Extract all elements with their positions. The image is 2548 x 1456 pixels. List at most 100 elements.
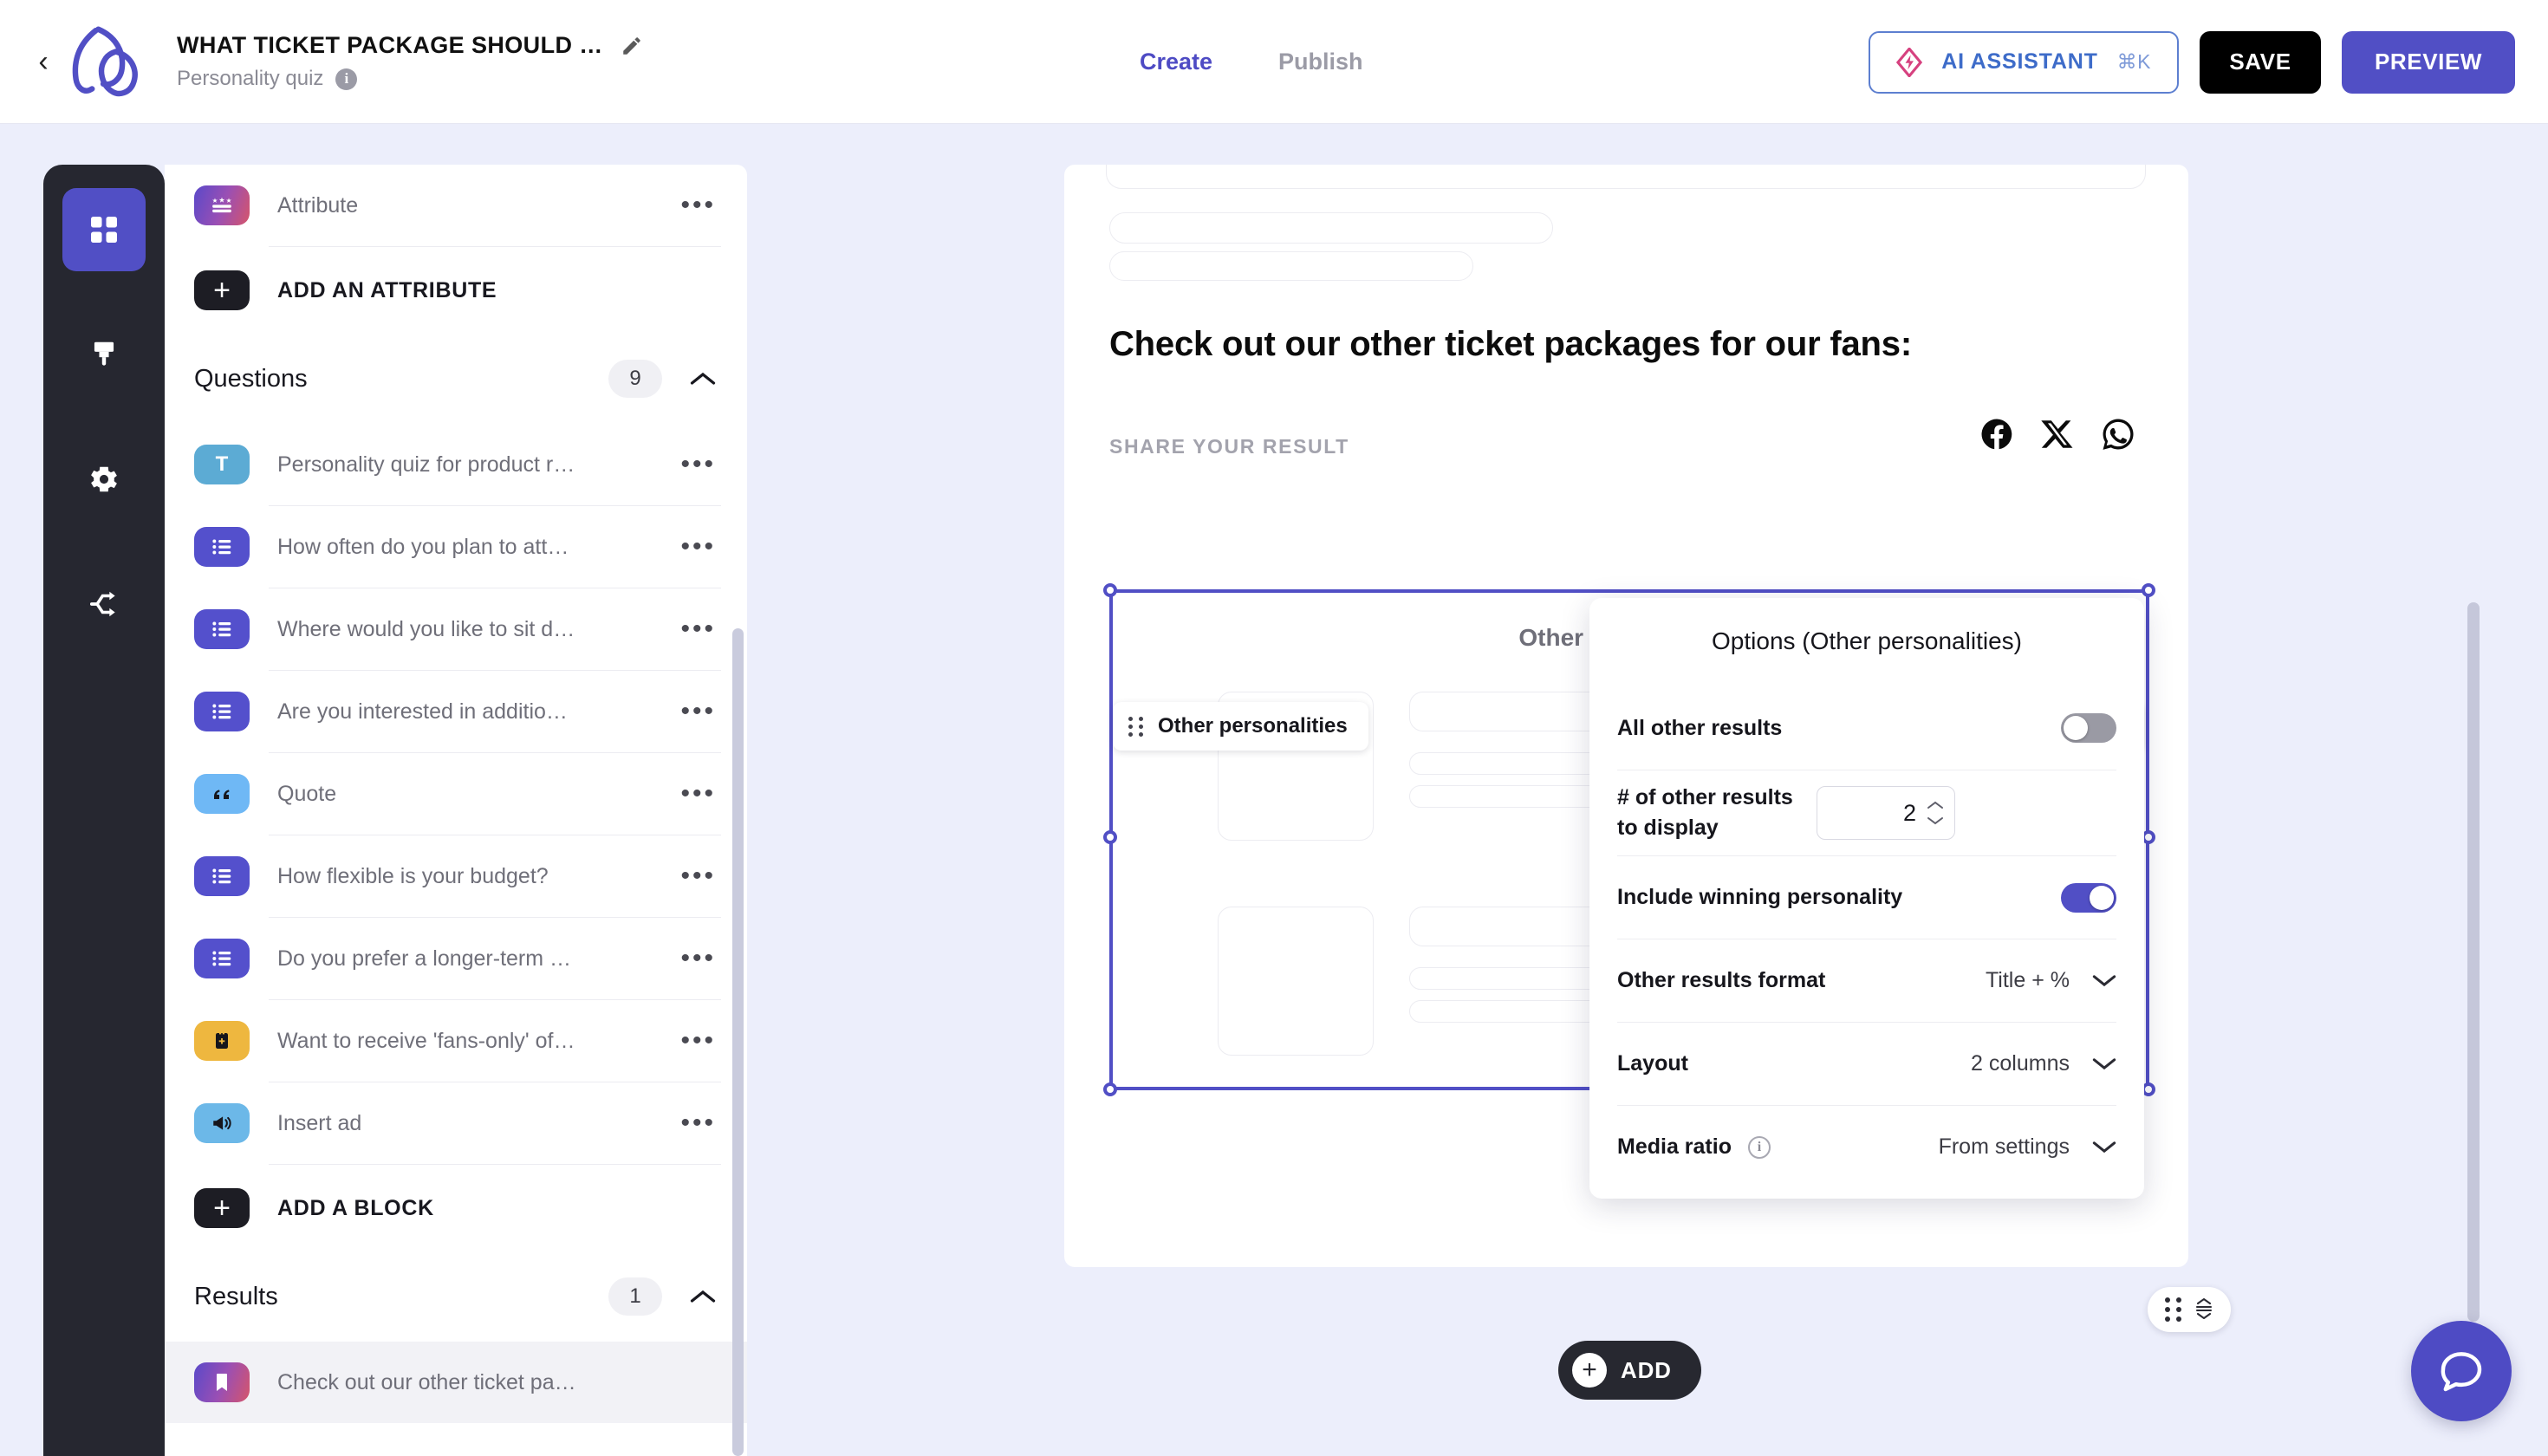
plus-icon: + bbox=[1572, 1353, 1607, 1388]
sidebar-item-label: How often do you plan to att… bbox=[277, 534, 569, 559]
sidebar-item-form[interactable]: Want to receive 'fans-only' of… ••• bbox=[165, 1000, 747, 1082]
option-row-layout[interactable]: Layout 2 columns bbox=[1617, 1022, 2116, 1105]
x-twitter-icon[interactable] bbox=[2039, 416, 2076, 452]
stepper-arrows[interactable] bbox=[1923, 800, 1947, 826]
option-row-other-results-format[interactable]: Other results format Title + % bbox=[1617, 939, 2116, 1022]
drag-grip-icon[interactable] bbox=[1128, 716, 1144, 737]
chevron-up-icon[interactable] bbox=[690, 371, 716, 387]
paint-brush-icon bbox=[94, 341, 114, 366]
main-tabs: Create Publish bbox=[1140, 0, 1363, 124]
sidebar-item-label: Do you prefer a longer-term … bbox=[277, 946, 572, 971]
multiple-choice-icon bbox=[194, 856, 250, 896]
skeleton-placeholder bbox=[1109, 212, 1553, 244]
multiple-choice-icon bbox=[194, 609, 250, 649]
share-result-label: SHARE YOUR RESULT bbox=[1109, 435, 1349, 458]
block-tag-label: Other personalities bbox=[1158, 714, 1348, 738]
chevron-up-icon[interactable] bbox=[1927, 800, 1944, 810]
option-label: Other results format bbox=[1617, 968, 1826, 992]
questions-section-header[interactable]: Questions 9 bbox=[165, 334, 747, 424]
sidebar-item-quote[interactable]: Quote ••• bbox=[165, 753, 747, 835]
quiz-title-block: WHAT TICKET PACKAGE SHOULD … Personality… bbox=[177, 32, 643, 91]
tab-publish[interactable]: Publish bbox=[1278, 49, 1363, 75]
brand-logo-icon[interactable] bbox=[64, 24, 147, 99]
plus-icon: + bbox=[194, 270, 250, 310]
row-menu-button[interactable]: ••• bbox=[670, 1108, 716, 1138]
sidebar-item-label: Quote bbox=[277, 781, 337, 806]
save-button[interactable]: SAVE bbox=[2200, 30, 2321, 94]
rail-item-settings[interactable] bbox=[62, 438, 146, 521]
all-other-results-toggle[interactable] bbox=[2061, 713, 2116, 743]
sidebar-item-result[interactable]: Check out our other ticket pa… bbox=[165, 1342, 747, 1423]
row-menu-button[interactable]: ••• bbox=[670, 1026, 716, 1056]
row-menu-button[interactable]: ••• bbox=[670, 697, 716, 726]
ai-assistant-shortcut: ⌘K bbox=[2116, 50, 2151, 73]
sidebar-item-ad[interactable]: Insert ad ••• bbox=[165, 1082, 747, 1164]
sidebar-item-attribute[interactable]: Attribute ••• bbox=[165, 165, 747, 246]
chevron-down-icon[interactable] bbox=[1927, 816, 1944, 826]
chevron-down-icon[interactable] bbox=[2092, 973, 2116, 988]
include-winning-personality-toggle[interactable] bbox=[2061, 882, 2116, 913]
row-menu-button[interactable]: ••• bbox=[670, 944, 716, 973]
block-move-pill[interactable] bbox=[2148, 1287, 2231, 1332]
sidebar-item-question[interactable]: T Personality quiz for product r… ••• bbox=[165, 424, 747, 505]
whatsapp-icon[interactable] bbox=[2100, 416, 2136, 452]
tab-create[interactable]: Create bbox=[1140, 49, 1212, 75]
pencil-icon[interactable] bbox=[621, 35, 643, 57]
facebook-icon[interactable] bbox=[1979, 416, 2015, 452]
resize-handle[interactable] bbox=[1103, 830, 1117, 844]
sidebar-item-label: Where would you like to sit d… bbox=[277, 616, 575, 641]
add-block-fab[interactable]: + ADD bbox=[1558, 1341, 1701, 1400]
rail-item-blocks[interactable] bbox=[62, 188, 146, 271]
resize-handle[interactable] bbox=[1103, 1082, 1117, 1096]
row-menu-button[interactable]: ••• bbox=[670, 532, 716, 562]
row-menu-button[interactable]: ••• bbox=[670, 779, 716, 809]
form-icon bbox=[194, 1021, 250, 1061]
info-icon[interactable]: i bbox=[335, 68, 358, 90]
preview-button[interactable]: PREVIEW bbox=[2342, 30, 2515, 94]
add-attribute-label: ADD AN ATTRIBUTE bbox=[277, 277, 497, 302]
selected-block-tag[interactable]: Other personalities bbox=[1113, 702, 1368, 751]
resize-handle[interactable] bbox=[2142, 583, 2155, 597]
back-button[interactable]: ‹ bbox=[26, 47, 61, 76]
questions-count-badge: 9 bbox=[608, 360, 662, 398]
sidebar-scrollbar[interactable] bbox=[732, 628, 744, 1456]
text-block-icon: T bbox=[194, 445, 250, 484]
drag-grip-icon[interactable] bbox=[2165, 1297, 2182, 1322]
canvas-scrollbar[interactable] bbox=[2467, 602, 2480, 1322]
row-menu-button[interactable]: ••• bbox=[670, 191, 716, 220]
quote-icon bbox=[194, 774, 250, 814]
chevron-down-icon[interactable] bbox=[2092, 1140, 2116, 1154]
options-title: Options (Other personalities) bbox=[1712, 627, 2022, 654]
rail-item-logic[interactable] bbox=[62, 562, 146, 646]
megaphone-icon bbox=[194, 1103, 250, 1143]
block-list-sidebar: Attribute ••• + ADD AN ATTRIBUTE Questio… bbox=[165, 165, 747, 1456]
option-row-include-winning: Include winning personality bbox=[1617, 855, 2116, 939]
add-a-block-button[interactable]: + ADD A BLOCK bbox=[165, 1165, 747, 1251]
add-an-attribute-button[interactable]: + ADD AN ATTRIBUTE bbox=[165, 247, 747, 334]
resize-handle[interactable] bbox=[1103, 583, 1117, 597]
option-row-media-ratio[interactable]: Media ratio i From settings bbox=[1617, 1105, 2116, 1188]
option-label: All other results bbox=[1617, 715, 1783, 740]
info-icon[interactable]: i bbox=[1747, 1136, 1771, 1160]
row-menu-button[interactable]: ••• bbox=[670, 450, 716, 479]
option-value: 2 columns bbox=[1971, 1051, 2070, 1076]
ai-assistant-button[interactable]: AI ASSISTANT ⌘K bbox=[1869, 30, 2179, 94]
sidebar-item-question[interactable]: Where would you like to sit d… ••• bbox=[165, 588, 747, 670]
results-section-header[interactable]: Results 1 bbox=[165, 1251, 747, 1342]
sidebar-item-question[interactable]: How often do you plan to att… ••• bbox=[165, 506, 747, 588]
row-menu-button[interactable]: ••• bbox=[670, 861, 716, 891]
number-of-results-stepper[interactable]: 2 bbox=[1817, 786, 1955, 840]
questions-section-title: Questions bbox=[194, 364, 308, 393]
sidebar-item-question[interactable]: How flexible is your budget? ••• bbox=[165, 835, 747, 917]
stepper-value: 2 bbox=[1902, 799, 1916, 826]
chat-support-button[interactable] bbox=[2411, 1321, 2512, 1421]
results-count-badge: 1 bbox=[608, 1277, 662, 1316]
chevron-down-icon[interactable] bbox=[2092, 1056, 2116, 1071]
row-menu-button[interactable]: ••• bbox=[670, 614, 716, 644]
rail-item-design[interactable] bbox=[62, 313, 146, 396]
move-vertical-icon[interactable] bbox=[2194, 1297, 2213, 1323]
sidebar-item-question[interactable]: Are you interested in additio… ••• bbox=[165, 671, 747, 752]
chevron-up-icon[interactable] bbox=[690, 1289, 716, 1304]
sidebar-item-question[interactable]: Do you prefer a longer-term … ••• bbox=[165, 918, 747, 999]
options-popover: Options (Other personalities) All other … bbox=[1589, 598, 2144, 1199]
